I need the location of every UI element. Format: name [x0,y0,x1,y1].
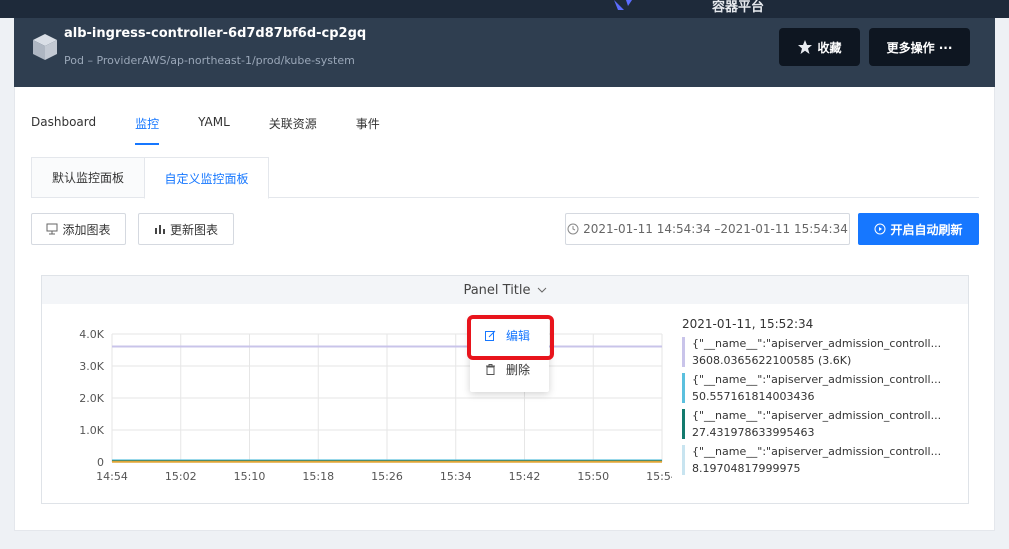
y-tick-label: 0 [97,456,104,469]
legend-time: 2021-01-11, 15:52:34 [682,317,814,331]
legend-series-value: 50.557161814003436 [692,390,815,403]
delete-label: 删除 [506,362,531,377]
legend-item: {"__name__":"apiserver_admission_control… [682,409,962,439]
main-tabs: Dashboard 监控 YAML 关联资源 事件 [31,115,419,145]
add-chart-label: 添加图表 [62,222,111,237]
more-actions-label: 更多操作 ··· [886,40,953,55]
y-tick-label: 3.0K [79,360,104,373]
tab-related-resources[interactable]: 关联资源 [269,115,317,145]
chevron-down-icon [537,287,546,293]
chart-legend: 2021-01-11, 15:52:34 {"__name__":"apiser… [682,317,962,481]
more-actions-button[interactable]: 更多操作 ··· [869,28,970,66]
auto-refresh-label: 开启自动刷新 [890,222,963,237]
legend-series-value: 8.19704817999975 [692,462,801,475]
delete-menu-item[interactable]: 删除 [470,352,549,386]
pod-cube-icon [33,34,57,60]
play-circle-icon [874,223,886,235]
legend-item: {"__name__":"apiserver_admission_control… [682,373,962,403]
update-chart-button[interactable]: 更新图表 [138,213,234,245]
chart-add-icon [46,223,58,235]
update-chart-label: 更新图表 [169,222,218,237]
x-tick-label: 15:18 [302,470,334,483]
legend-series-name: {"__name__":"apiserver_admission_control… [692,445,942,458]
brand-logo-icon [614,0,632,10]
legend-series-name: {"__name__":"apiserver_admission_control… [692,373,942,386]
legend-series-name: {"__name__":"apiserver_admission_control… [692,337,942,350]
auto-refresh-button[interactable]: 开启自动刷新 [858,213,979,245]
legend-color-swatch [682,445,685,475]
tab-dashboard[interactable]: Dashboard [31,115,96,145]
edit-icon [485,330,496,341]
time-range-label: 2021-01-11 14:54:34 –2021-01-11 15:54:34 [583,222,848,236]
x-tick-label: 15:50 [577,470,609,483]
legend-series-value: 27.431978633995463 [692,426,815,439]
legend-color-swatch [682,373,685,403]
trash-icon [486,363,495,375]
monitor-subtabs: 默认监控面板 自定义监控面板 [31,157,979,199]
panel-title: Panel Title [463,282,531,298]
line-chart: 0 1.0K 2.0K 3.0K 4.0K 14:54 15:02 15:10 15:18 15:… [79,328,672,483]
x-tick-label: 15:54 [646,470,672,483]
tab-yaml[interactable]: YAML [198,115,230,145]
time-range-picker[interactable]: 2021-01-11 14:54:34 –2021-01-11 15:54:34 [565,213,850,245]
tab-monitoring[interactable]: 监控 [135,115,160,145]
panel-header[interactable]: Panel Title [42,276,968,304]
x-tick-label: 14:54 [96,470,128,483]
x-tick-label: 15:10 [234,470,266,483]
tab-events[interactable]: 事件 [356,115,380,145]
top-bar: 容器平台 [0,0,1009,18]
y-tick-label: 1.0K [79,424,104,437]
legend-item: {"__name__":"apiserver_admission_control… [682,445,962,475]
resource-subtitle: Pod – ProviderAWS/ap-northeast-1/prod/ku… [64,54,355,67]
y-tick-label: 2.0K [79,392,104,405]
panel-context-menu: 编辑 删除 [470,318,549,392]
add-chart-button[interactable]: 添加图表 [31,213,126,245]
star-icon [798,40,813,54]
resource-header: alb-ingress-controller-6d7d87bf6d-cp2gq … [14,18,995,87]
subtab-default-panel[interactable]: 默认监控面板 [31,157,145,198]
x-tick-label: 15:26 [371,470,403,483]
favorite-button[interactable]: 收藏 [779,28,860,66]
resource-title: alb-ingress-controller-6d7d87bf6d-cp2gq [64,26,367,41]
legend-series-value: 3608.0365622100585 (3.6K) [692,354,852,367]
edit-menu-item[interactable]: 编辑 [470,318,549,352]
x-tick-label: 15:34 [440,470,472,483]
subtab-custom-panel[interactable]: 自定义监控面板 [144,157,269,199]
clock-icon [567,223,579,235]
legend-color-swatch [682,409,685,439]
legend-item: {"__name__":"apiserver_admission_control… [682,337,962,367]
legend-color-swatch [682,337,685,367]
y-tick-label: 4.0K [79,328,104,341]
brand-name: 容器平台 [712,0,765,15]
favorite-label: 收藏 [817,40,842,55]
edit-label: 编辑 [506,328,531,343]
legend-series-name: {"__name__":"apiserver_admission_control… [692,409,942,422]
bar-chart-icon [154,225,165,234]
x-tick-label: 15:42 [509,470,541,483]
main-card: Dashboard 监控 YAML 关联资源 事件 默认监控面板 自定义监控面板… [14,87,995,531]
x-tick-label: 15:02 [165,470,197,483]
